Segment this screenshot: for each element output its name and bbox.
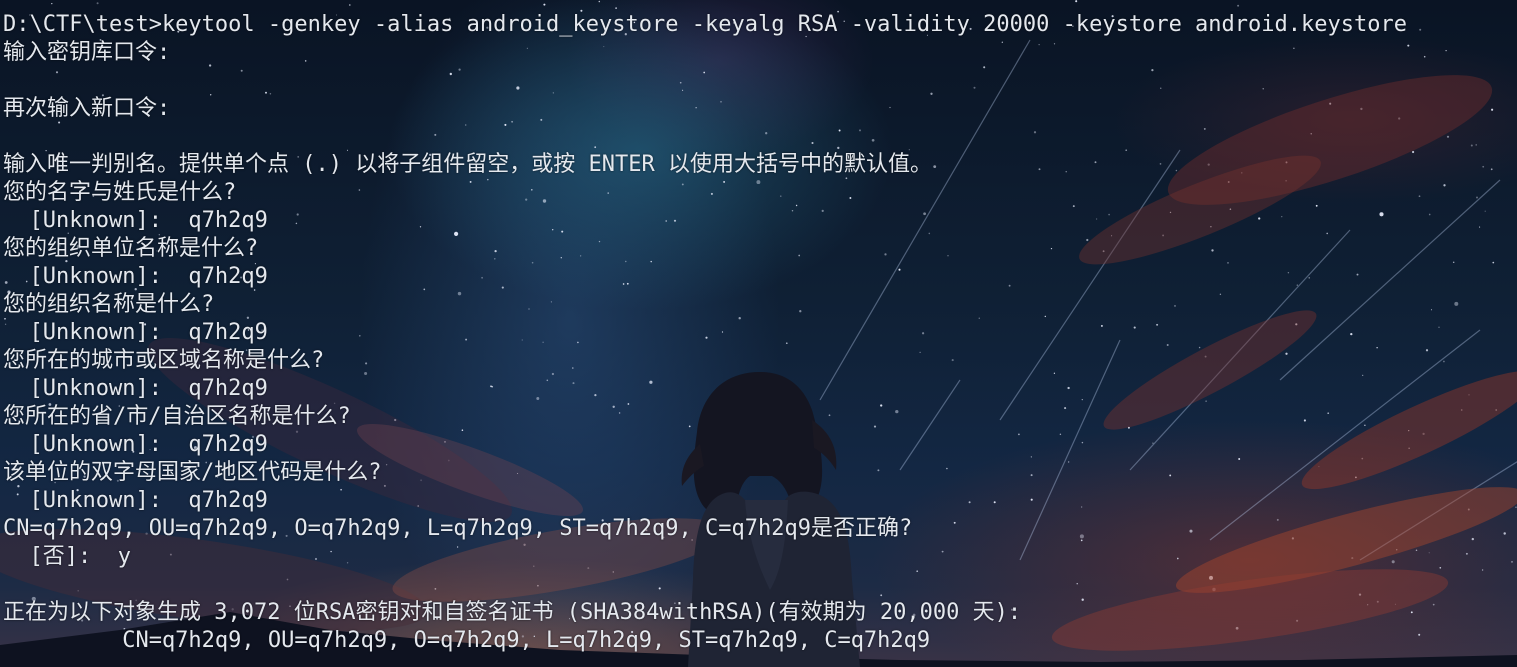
star	[51, 2, 53, 5]
generated-dname: CN=q7h2q9, OU=q7h2q9, O=q7h2q9, L=q7h2q9…	[3, 628, 931, 653]
star	[1491, 108, 1494, 111]
star	[1415, 549, 1418, 552]
star	[1454, 301, 1459, 306]
answer-org: [Unknown]: q7h2q9	[3, 320, 268, 345]
star	[1075, 0, 1078, 3]
star	[1511, 561, 1513, 563]
star	[1446, 135, 1450, 138]
prompt-keystore-password: 输入密钥库口令:	[3, 40, 171, 65]
prompt-city: 您所在的城市或区域名称是什么?	[3, 348, 325, 373]
answer-confirm: [否]: y	[3, 544, 131, 569]
star	[1423, 55, 1426, 58]
command-line: D:\CTF\test>keytool -genkey -alias andro…	[3, 12, 1407, 37]
star	[1418, 195, 1421, 198]
star	[1418, 633, 1421, 636]
star	[1412, 150, 1415, 154]
answer-state: [Unknown]: q7h2q9	[3, 432, 268, 457]
star	[1430, 309, 1433, 311]
star	[1428, 213, 1431, 216]
terminal-output: D:\CTF\test>keytool -genkey -alias andro…	[3, 11, 1407, 655]
star	[1452, 261, 1455, 264]
star	[1432, 603, 1435, 606]
star	[1438, 326, 1440, 328]
star	[1481, 569, 1484, 571]
star	[1476, 196, 1478, 199]
prompt-name: 您的名字与姓氏是什么?	[3, 180, 237, 205]
confirm-dname: CN=q7h2q9, OU=q7h2q9, O=q7h2q9, L=q7h2q9…	[3, 516, 913, 541]
star	[1482, 165, 1485, 168]
prompt-country-code: 该单位的双字母国家/地区代码是什么?	[3, 460, 382, 485]
star	[1443, 184, 1446, 187]
star	[96, 2, 99, 5]
star	[1428, 552, 1430, 554]
star	[1445, 49, 1447, 52]
star	[543, 3, 546, 6]
star	[1503, 532, 1506, 535]
star	[598, 0, 601, 3]
answer-org-unit: [Unknown]: q7h2q9	[3, 264, 268, 289]
prompt-org-unit: 您的组织单位名称是什么?	[3, 236, 259, 261]
star	[1475, 144, 1477, 146]
star	[1237, 4, 1240, 7]
star	[1443, 360, 1445, 363]
star	[615, 7, 617, 9]
star	[1419, 28, 1422, 31]
star	[1471, 537, 1474, 541]
star	[1465, 552, 1468, 555]
terminal-window[interactable]: D:\CTF\test>keytool -genkey -alias andro…	[0, 0, 1517, 667]
star	[1484, 210, 1486, 212]
prompt-state: 您所在的省/市/自治区名称是什么?	[3, 404, 351, 429]
star	[1490, 168, 1493, 171]
star	[1425, 349, 1429, 352]
prompt-org: 您的组织名称是什么?	[3, 292, 215, 317]
answer-city: [Unknown]: q7h2q9	[3, 376, 268, 401]
star	[1515, 506, 1517, 508]
star	[1479, 226, 1481, 228]
answer-name: [Unknown]: q7h2q9	[3, 208, 268, 233]
prompt-reenter-password: 再次输入新口令:	[3, 96, 171, 121]
star	[1470, 144, 1473, 147]
dname-instructions: 输入唯一判别名。提供单个点 (.) 以将子组件留空，或按 ENTER 以使用大括…	[3, 152, 932, 177]
generating-keypair-message: 正在为以下对象生成 3,072 位RSA密钥对和自签名证书 (SHA384wit…	[3, 600, 1022, 625]
star	[1492, 261, 1495, 264]
answer-country-code: [Unknown]: q7h2q9	[3, 488, 268, 513]
star	[1439, 566, 1442, 569]
star	[348, 4, 351, 6]
star	[1407, 44, 1410, 47]
star	[1410, 611, 1413, 614]
